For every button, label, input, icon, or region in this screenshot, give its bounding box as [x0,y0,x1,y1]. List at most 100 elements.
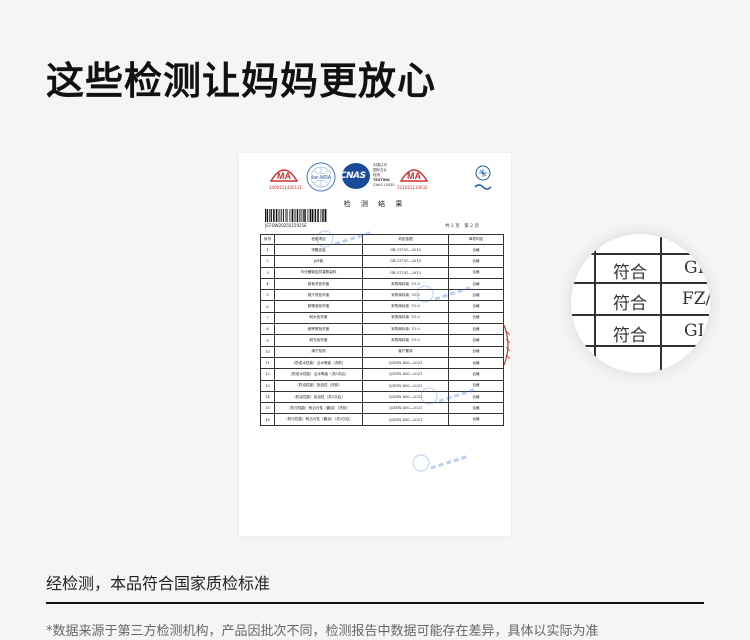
zoom-cell-3: 符合 [613,326,647,346]
cell-item: （防污性能）耐沾污性（酱油）（洗前） [274,402,363,415]
watermark-stamp-3 [420,387,478,405]
table-row: 1 甲醛含量 GB 31701—2015 合格 [260,243,504,257]
cell-judgement: 合格 [448,345,504,358]
ma-certification-logo-right: MA [399,169,429,182]
cell-index: 16 [260,413,275,426]
institute-emblem-icon [474,165,492,190]
cell-item: 耐汗渍色牢度 [274,289,363,302]
header-judgement: 单项判定 [448,234,504,245]
barcode-number: JST-BW2025015925E [265,223,307,228]
cnas-side-line-1: 中国认可 [373,163,387,167]
cell-basis: 采购商标准: V2.0 [362,323,449,336]
cell-index: 14 [260,390,275,404]
cell-judgement: 合格 [448,243,504,257]
cell-item: （防泼水性能）沾水等级（洗前） [274,356,363,370]
cell-judgement: 合格 [448,266,504,279]
cell-judgement: 合格 [448,323,504,336]
cnas-side-line-4: TESTING [373,178,390,182]
table-row: 3 可分解致癌芳香胺染料 GB 31701—2015 合格 [260,266,504,279]
cell-item: （防污性能）耐沾污性（酱油）（洗5次后） [274,413,363,426]
cell-index: 6 [260,300,275,313]
cell-index: 13 [260,379,275,392]
barcode [265,209,327,222]
cnas-side-line-5: CNAS L0450 [373,183,395,187]
cell-item: 绳子检测 [274,345,363,358]
header-index: 序号 [260,234,275,245]
cell-item: （防油性能）拒油性（洗5次后） [274,390,363,404]
cell-item: 耐水色牢度 [274,311,363,325]
report-logos: MA 2400111400111 ilac-MRA CNAS 中国认可 国际互认… [239,161,511,197]
cnas-side-line-2: 国际互认 [373,168,387,172]
cell-index: 11 [260,356,275,370]
cell-basis: GB 31701—2015 [362,266,449,279]
table-row: 16 （防污性能）耐沾污性（酱油）（洗5次后） Q/ZSW 400—2021 合格 [260,413,504,426]
cell-judgement: 合格 [448,255,504,268]
ma-certification-logo-left: MA [269,169,299,182]
cell-basis: Q/ZSW 400—2021 [362,413,449,426]
cell-basis: 采购商标准: V2.0 [362,311,449,325]
cell-index: 4 [260,277,275,291]
cell-basis: Q/ZSW 400—2021 [362,356,449,370]
zoom-right-cell-1: GI [684,258,705,278]
zoom-right-cell-3: GI [684,321,705,341]
cell-basis: GB 31701—2015 [362,255,449,268]
ma-right-number: 221011110632 [397,185,428,190]
cell-index: 1 [260,243,275,257]
ilac-text: ilac-MRA [311,175,332,181]
table-row: 10 绳子检测 客户要求 合格 [260,345,504,358]
cell-item: 耐皂洗色牢度 [274,277,363,291]
zoom-cell-2: 符合 [613,294,647,314]
table-row: 8 耐摩擦色牢度 采购商标准: V2.0 合格 [260,323,504,336]
page-number: 共 2 页 第 2 页 [445,224,479,229]
cell-index: 5 [260,289,275,302]
ilac-mra-logo: ilac-MRA [306,162,336,192]
ma-left-number: 2400111400111 [269,185,303,190]
watermark-stamp-2 [416,285,474,303]
cell-judgement: 合格 [448,334,504,347]
cell-item: 可分解致癌芳香胺染料 [274,266,363,279]
cell-item: 耐光色牢度 [274,334,363,347]
ma-right-text: MA [407,171,421,181]
zoom-cell-1: 符合 [613,263,647,283]
cell-basis: 采购商标准: V2.0 [362,334,449,347]
cell-index: 3 [260,266,275,279]
cell-item: （防油性能）拒油性（洗前） [274,379,363,392]
zoom-magnifier: 符合 符合 符合 GI FZ/ GI [571,234,710,373]
cell-judgement: 合格 [448,368,504,381]
cell-judgement: 合格 [448,311,504,325]
disclaimer-footnote: *数据来源于第三方检测机构，产品因批次不同，检测报告中数据可能存在差异，具体以实… [46,624,599,639]
page-headline: 这些检测让妈妈更放心 [46,59,437,103]
cell-item: （防泼水性能）沾水等级（洗5次后） [274,368,363,381]
cell-item: 耐唾液色牢度 [274,300,363,313]
cell-index: 10 [260,345,275,358]
watermark-stamp-4 [412,454,470,472]
cnas-side-line-3: 检测 [373,173,380,177]
cell-basis: 客户要求 [362,345,449,358]
cell-index: 7 [260,311,275,325]
certification-caption: 经检测，本品符合国家质检标准 [46,574,271,593]
table-row: 9 耐光色牢度 采购商标准: V2.0 合格 [260,334,504,347]
table-row: 7 耐水色牢度 采购商标准: V2.0 合格 [260,311,504,325]
ma-left-text: MA [277,171,291,181]
zoom-right-cell-2: FZ/ [682,289,710,309]
cell-item: pH值 [274,255,363,268]
table-row: 11 （防泼水性能）沾水等级（洗前） Q/ZSW 400—2021 合格 [260,356,504,370]
table-row: 2 pH值 GB 31701—2015 合格 [260,255,504,268]
test-report-document: MA 2400111400111 ilac-MRA CNAS 中国认可 国际互认… [239,153,511,536]
cnas-text: CNAS [340,171,366,181]
table-header-row: 序号 检验项目 判定依据 单项判定 [260,234,504,245]
cell-basis: Q/ZSW 400—2021 [362,368,449,381]
cell-index: 12 [260,368,275,381]
cell-judgement: 合格 [448,413,504,426]
cell-index: 8 [260,323,275,336]
report-title: 检 测 结 果 [343,200,407,208]
table-row: 12 （防泼水性能）沾水等级（洗5次后） Q/ZSW 400—2021 合格 [260,368,504,381]
cell-item: 耐摩擦色牢度 [274,323,363,336]
watermark-stamp-1 [316,230,374,248]
cell-index: 2 [260,255,275,268]
red-seal-edge [503,324,511,366]
cell-index: 15 [260,402,275,415]
divider-line [46,602,704,604]
cell-index: 9 [260,334,275,347]
cell-judgement: 合格 [448,356,504,370]
